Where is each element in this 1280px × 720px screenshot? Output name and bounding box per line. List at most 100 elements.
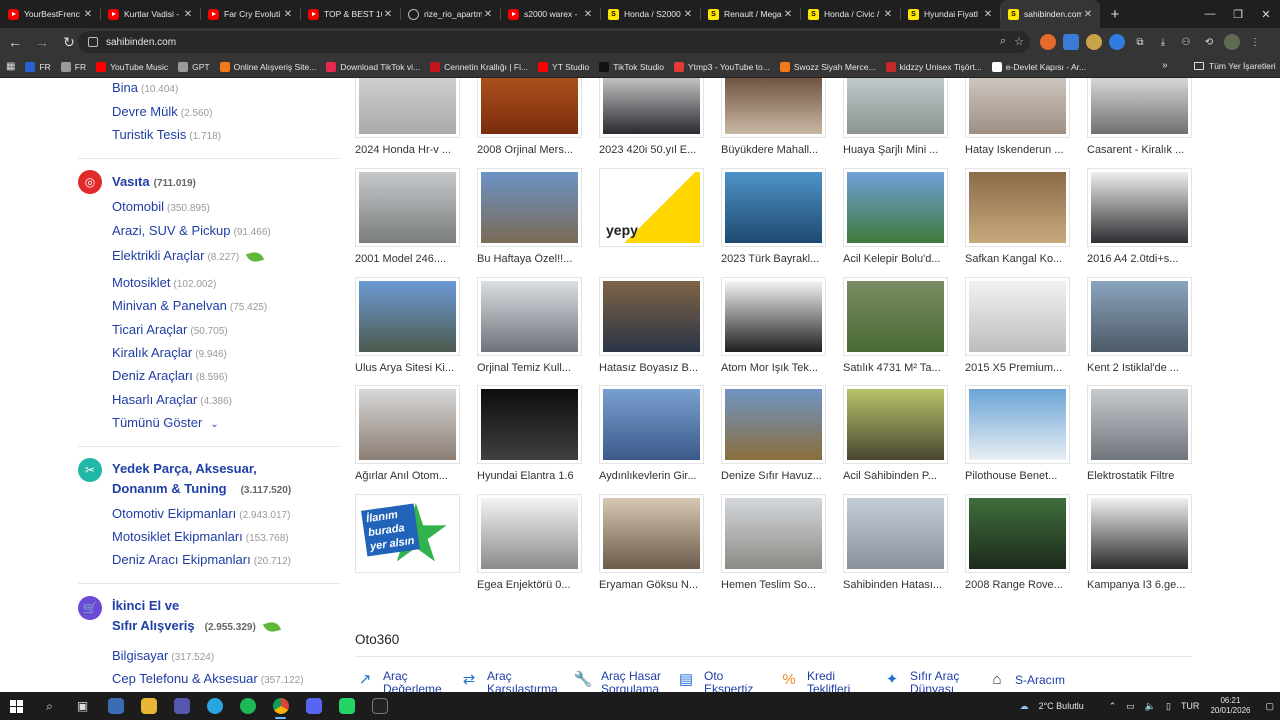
oto360-tool[interactable]: % Kredi Teklifleri xyxy=(779,670,850,693)
listing-card[interactable]: Egea Enjektörü 0... xyxy=(477,494,583,591)
tab-6[interactable]: S Honda / S2000 ✕ xyxy=(600,0,700,28)
listing-card[interactable]: 2024 Honda Hr-v ... xyxy=(355,78,461,156)
close-tab-icon[interactable]: ✕ xyxy=(82,9,94,20)
tab-8[interactable]: S Honda / Civic / ✕ xyxy=(800,0,900,28)
sidebar-category-item[interactable]: Bilgisayar (317.524) xyxy=(112,648,214,663)
bookmark-item[interactable]: Ytmp3 - YouTube to... xyxy=(673,61,770,72)
sidebar-category-item[interactable]: Kiralık Araçlar (9.946) xyxy=(112,345,227,360)
listing-thumbnail[interactable] xyxy=(355,277,460,356)
close-tab-icon[interactable]: ✕ xyxy=(682,9,694,20)
listing-card[interactable]: 2023 420i 50.yıl E... xyxy=(599,78,705,156)
listing-thumbnail[interactable] xyxy=(355,385,460,464)
listing-thumbnail[interactable] xyxy=(477,168,582,247)
sidebar-category-item[interactable]: Otomotiv Ekipmanları (2.943.017) xyxy=(112,506,290,521)
tab-7[interactable]: S Renault / Mega ✕ xyxy=(700,0,800,28)
listing-card[interactable]: Kampanya I3 6.ge... xyxy=(1087,494,1193,591)
tray-overflow-icon[interactable]: ⌃ xyxy=(1109,701,1117,712)
listing-thumbnail[interactable]: ★İlanımburadayer alsın xyxy=(355,494,460,573)
listing-thumbnail[interactable] xyxy=(477,385,582,464)
extension-shield-icon[interactable] xyxy=(1063,34,1079,50)
bookmark-item[interactable]: e-Devlet Kapısı - Ar... xyxy=(991,61,1086,72)
tab-2[interactable]: Far Cry Evoluti ✕ xyxy=(200,0,300,28)
all-bookmarks-folder[interactable]: Tüm Yer İşaretleri xyxy=(1194,61,1276,71)
listing-thumbnail[interactable] xyxy=(1087,277,1192,356)
new-tab-button[interactable]: + xyxy=(1104,0,1126,28)
menu-icon[interactable]: ⋮ xyxy=(1247,34,1263,50)
audio-app-icon[interactable] xyxy=(363,692,396,720)
bookmark-star-icon[interactable]: ☆ xyxy=(1014,35,1024,48)
apps-grid-icon[interactable]: ▦ xyxy=(6,61,15,72)
listing-card[interactable]: Acil Sahibinden P... xyxy=(843,385,949,482)
listing-card[interactable]: Büyükdere Mahall... xyxy=(721,78,827,156)
listing-thumbnail[interactable] xyxy=(355,168,460,247)
listing-thumbnail[interactable] xyxy=(599,494,704,573)
volume-icon[interactable]: 🔈 xyxy=(1145,701,1156,712)
address-bar[interactable]: sahibinden.com ⌕ ☆ xyxy=(78,31,1030,53)
taskbar-app-icon[interactable] xyxy=(99,692,132,720)
listing-card[interactable]: Casarent - Kiralık ... xyxy=(1087,78,1193,156)
notifications-icon[interactable]: ▢ xyxy=(1265,701,1274,712)
minimize-icon[interactable]: — xyxy=(1196,0,1224,28)
tab-5[interactable]: s2000 warex - ✕ xyxy=(500,0,600,28)
category-devre-mulk[interactable]: Devre Mülk (2.560) xyxy=(112,104,212,119)
listing-card[interactable]: Pilothouse Benet... xyxy=(965,385,1071,482)
sidebar-category-item[interactable]: Deniz Aracı Ekipmanları (20.712) xyxy=(112,552,291,567)
avatar[interactable] xyxy=(1224,34,1240,50)
close-tab-icon[interactable]: ✕ xyxy=(182,9,194,20)
tab-3[interactable]: TOP & BEST 10 ✕ xyxy=(300,0,400,28)
listing-thumbnail[interactable] xyxy=(599,385,704,464)
extension-download-icon[interactable] xyxy=(1109,34,1125,50)
battery-icon[interactable]: ▯ xyxy=(1166,701,1171,712)
listing-card[interactable]: 2001 Model 246.... xyxy=(355,168,461,265)
profile-icon[interactable]: ⚇ xyxy=(1178,34,1194,50)
sidebar-category-item[interactable]: Ticari Araçlar (50.705) xyxy=(112,322,228,337)
close-tab-icon[interactable]: ✕ xyxy=(982,9,994,20)
bookmark-item[interactable]: Online Alışveriş Site... xyxy=(219,61,316,72)
telegram-icon[interactable] xyxy=(198,692,231,720)
listing-thumbnail[interactable] xyxy=(843,78,948,138)
sidebar-category-item[interactable]: Cep Telefonu & Aksesuar (357.122) xyxy=(112,671,304,686)
close-tab-icon[interactable]: ✕ xyxy=(882,9,894,20)
tab-0[interactable]: YourBestFrenc ✕ xyxy=(0,0,100,28)
listing-thumbnail[interactable] xyxy=(843,385,948,464)
listing-card[interactable]: Eryaman Göksu N... xyxy=(599,494,705,591)
file-explorer-icon[interactable] xyxy=(132,692,165,720)
listing-thumbnail[interactable] xyxy=(965,385,1070,464)
category-bina[interactable]: Bina (10.404) xyxy=(112,80,178,95)
sidebar-category-item[interactable]: Otomobil (350.895) xyxy=(112,199,210,214)
listing-card[interactable]: Bu Haftaya Özel!!... xyxy=(477,168,583,265)
listing-thumbnail[interactable] xyxy=(965,277,1070,356)
sidebar-category-item[interactable]: Deniz Araçları (8.596) xyxy=(112,368,228,383)
listing-card[interactable]: 2023 Türk Bayrakl... xyxy=(721,168,827,265)
bookmark-item[interactable]: GPT xyxy=(178,61,210,72)
listing-card[interactable]: Satılık 4731 M² Ta... xyxy=(843,277,949,374)
network-icon[interactable]: ▭ xyxy=(1126,701,1135,712)
downloads-icon[interactable]: ⤓ xyxy=(1155,34,1171,50)
listing-thumbnail[interactable] xyxy=(721,385,826,464)
bookmark-item[interactable]: Download TikTok vi... xyxy=(326,61,420,72)
category-turistik-tesis[interactable]: Turistik Tesis (1.718) xyxy=(112,127,221,142)
listing-card[interactable]: Hyundai Elantra 1.6 xyxy=(477,385,583,482)
listing-thumbnail[interactable] xyxy=(721,277,826,356)
close-tab-icon[interactable]: ✕ xyxy=(782,9,794,20)
chrome-icon[interactable] xyxy=(264,692,297,720)
listing-thumbnail[interactable] xyxy=(355,78,460,138)
close-tab-icon[interactable]: ✕ xyxy=(482,9,494,20)
sidebar-category-item[interactable]: Hasarlı Araçlar (4.386) xyxy=(112,392,232,407)
oto360-tool[interactable]: 🔧 Araç Hasar Sorgulama xyxy=(573,670,661,693)
listing-card[interactable]: Elektrostatik Filtre xyxy=(1087,385,1193,482)
maximize-icon[interactable]: ❐ xyxy=(1224,0,1252,28)
close-tab-icon[interactable]: ✕ xyxy=(1082,9,1094,20)
listing-card[interactable]: Huaya Şarjlı Mini ... xyxy=(843,78,949,156)
close-tab-icon[interactable]: ✕ xyxy=(282,9,294,20)
listing-card[interactable]: Hemen Teslim So... xyxy=(721,494,827,591)
teams-icon[interactable] xyxy=(165,692,198,720)
close-tab-icon[interactable]: ✕ xyxy=(382,9,394,20)
extensions-puzzle-icon[interactable]: ⧉ xyxy=(1132,34,1148,50)
bookmark-item[interactable]: FR xyxy=(25,61,51,72)
spotify-icon[interactable] xyxy=(231,692,264,720)
close-icon[interactable]: ✕ xyxy=(1252,0,1280,28)
sidebar-category-item[interactable]: Elektrikli Araçlar (8.227) xyxy=(112,248,265,264)
oto360-tool[interactable]: ⌂ S-Aracım xyxy=(987,670,1065,690)
oto360-tool[interactable]: ↗ Araç Değerleme xyxy=(355,670,442,693)
